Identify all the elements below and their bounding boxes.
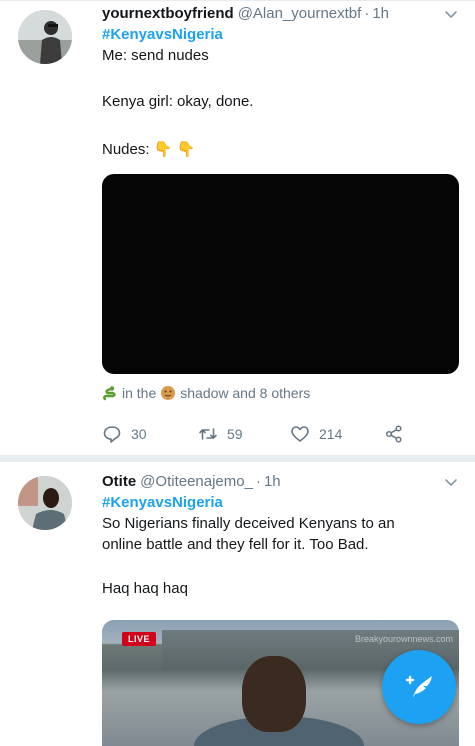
share-button[interactable] [384, 424, 413, 444]
reply-button[interactable]: 30 [102, 424, 147, 444]
tweet-content: yournextboyfriend @Alan_yournextbf · 1h … [102, 4, 459, 160]
compose-tweet-icon [405, 675, 432, 698]
nudes-label: Nudes: [102, 141, 150, 158]
compose-tweet-button[interactable] [382, 650, 456, 724]
snake-icon [103, 386, 116, 401]
display-name[interactable]: Otite [102, 472, 136, 492]
tweet-divider [0, 455, 475, 462]
video-person-head [242, 656, 306, 732]
timestamp[interactable]: 1h [264, 472, 281, 492]
social-context-names: shadow and 8 others [180, 385, 311, 401]
tweet-text-line: Me: send nudes [102, 47, 209, 64]
separator: · [255, 473, 261, 490]
social-context[interactable]: in the shadow and 8 others [102, 385, 310, 401]
tweet-media[interactable] [102, 174, 459, 374]
live-badge: LIVE [122, 632, 157, 646]
reply-icon [103, 426, 121, 443]
display-name[interactable]: yournextboyfriend [102, 4, 234, 24]
user-handle[interactable]: @Otiteenajemo_ [140, 472, 253, 492]
avatar[interactable] [18, 10, 72, 64]
timestamp[interactable]: 1h [372, 4, 389, 24]
like-button[interactable]: 214 [290, 424, 342, 444]
like-count: 214 [319, 426, 343, 442]
reply-count: 30 [131, 426, 147, 442]
tweet-content: Otite @Otiteenajemo_ · 1h #KenyavsNigeri… [102, 472, 459, 599]
separator: · [364, 5, 370, 22]
tweet-actions: 30 59 214 [102, 424, 422, 444]
retweet-count: 59 [227, 426, 243, 442]
tweet-text-line: Nudes: 👇 👇 [102, 139, 459, 160]
user-handle[interactable]: @Alan_yournextbf [238, 4, 362, 24]
social-context-prefix: in the [122, 385, 157, 401]
cookie-face-icon [161, 386, 176, 400]
tweet-text-line: So Nigerians finally deceived Kenyans to… [102, 515, 395, 532]
tweet[interactable]: yournextboyfriend @Alan_yournextbf · 1h … [0, 0, 475, 455]
chevron-down-icon[interactable] [443, 6, 459, 22]
hashtag-link[interactable]: #KenyavsNigeria [102, 492, 459, 513]
tweet-text-line: Haq haq haq [102, 580, 188, 597]
video-watermark: Breakyourownnews.com [354, 634, 453, 644]
chevron-down-icon[interactable] [443, 474, 459, 490]
tweet-header: Otite @Otiteenajemo_ · 1h [102, 472, 459, 492]
tweet-header: yournextboyfriend @Alan_yournextbf · 1h [102, 4, 459, 24]
share-icon [385, 425, 402, 443]
tweet-text-line: online battle and they fell for it. Too … [102, 536, 369, 553]
tweet-text-line: Kenya girl: okay, done. [102, 93, 254, 110]
pointing-down-emoji: 👇 👇 [153, 141, 196, 158]
avatar[interactable] [18, 476, 72, 530]
retweet-button[interactable]: 59 [198, 424, 243, 444]
heart-icon [291, 426, 309, 442]
retweet-icon [199, 428, 217, 440]
hashtag-link[interactable]: #KenyavsNigeria [102, 24, 459, 45]
